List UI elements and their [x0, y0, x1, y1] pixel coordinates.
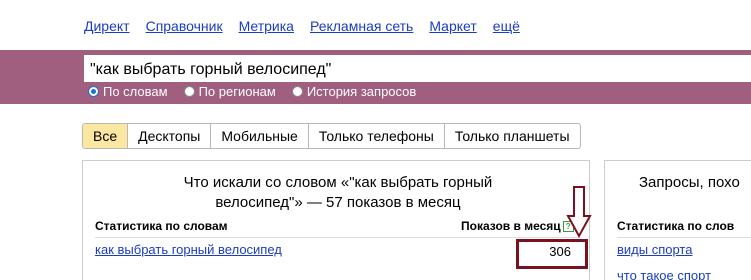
nav-link-metrica[interactable]: Метрика: [239, 18, 294, 34]
panel-title-line-1: Что искали со словом «"как выбрать горны…: [183, 174, 493, 191]
column-header-impressions-label: Показов в месяц: [461, 219, 561, 233]
panel-title: Что искали со словом «"как выбрать горны…: [133, 173, 543, 213]
phrase-link[interactable]: как выбрать горный велосипед: [95, 242, 282, 257]
nav-link-market[interactable]: Маркет: [429, 18, 476, 34]
radio-unselected-icon: [291, 86, 303, 97]
radio-query-history[interactable]: История запросов: [291, 84, 417, 99]
radio-label: По регионам: [198, 84, 276, 99]
radio-label: История запросов: [306, 84, 417, 99]
radio-unselected-icon: [183, 86, 195, 97]
impressions-value: 306: [516, 239, 588, 269]
word-stats-panel: Что искали со словом «"как выбрать горны…: [82, 160, 590, 280]
radio-by-regions[interactable]: По регионам: [183, 84, 276, 99]
top-nav: Директ Справочник Метрика Рекламная сеть…: [84, 18, 536, 34]
device-tabs: Все Десктопы Мобильные Только телефоны Т…: [82, 123, 581, 149]
radio-label: По словам: [103, 84, 168, 99]
similar-panel-title: Запросы, похо: [639, 174, 740, 191]
tab-phones-only[interactable]: Только телефоны: [307, 124, 444, 148]
similar-phrase-link[interactable]: виды спорта: [617, 242, 692, 257]
similar-phrase-link[interactable]: что такое спорт: [617, 268, 711, 280]
tab-all[interactable]: Все: [83, 124, 128, 148]
nav-link-reference[interactable]: Справочник: [146, 18, 223, 34]
nav-link-more[interactable]: ещё: [493, 18, 520, 34]
similar-header-divider: [617, 237, 751, 238]
search-input[interactable]: [84, 55, 751, 82]
tab-tablets-only[interactable]: Только планшеты: [443, 124, 580, 148]
nav-link-direct[interactable]: Директ: [84, 18, 130, 34]
radio-by-words[interactable]: По словам: [88, 84, 168, 99]
tab-desktops[interactable]: Десктопы: [127, 124, 210, 148]
tab-mobile[interactable]: Мобильные: [210, 124, 308, 148]
similar-column-header-words: Статистика по слов: [617, 219, 735, 233]
wordstat-page: Директ Справочник Метрика Рекламная сеть…: [0, 0, 751, 280]
nav-link-ad-network[interactable]: Рекламная сеть: [310, 18, 413, 34]
panel-title-line-2: велосипед"» — 57 показов в месяц: [215, 194, 461, 211]
header-divider: [95, 237, 579, 238]
search-mode-radios: По словам По регионам История запросов: [88, 84, 432, 99]
column-header-impressions: Показов в месяц?: [461, 219, 574, 233]
column-header-words: Статистика по словам: [95, 219, 228, 233]
radio-selected-icon: [88, 86, 99, 97]
similar-queries-panel: Запросы, похо Статистика по слов виды сп…: [604, 160, 751, 280]
down-arrow-icon: [566, 186, 592, 238]
